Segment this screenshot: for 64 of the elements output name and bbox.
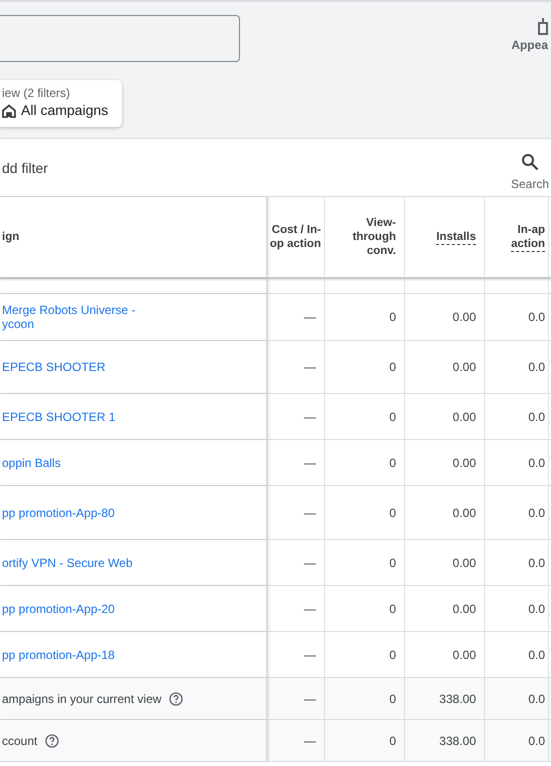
table-cell: 0.0 [528,310,545,324]
table-cell: — [304,410,316,424]
table-cell: 0 [389,602,396,616]
table-cell: — [304,310,316,324]
campaign-link[interactable]: pp promotion-App-20 [2,602,115,616]
table-cell: 0 [389,360,396,374]
campaign-link[interactable]: EPECB SHOOTER [2,360,106,374]
campaign-link[interactable]: pp promotion-App-18 [2,648,115,662]
add-filter-button[interactable]: dd filter [2,160,48,176]
help-icon[interactable] [45,734,60,748]
total-label: ampaigns in your current view [2,692,162,706]
campaign-link[interactable]: Merge Robots Universe - ycoon [2,303,136,331]
table-cell: 0.00 [452,602,476,616]
table-cell: 0.0 [528,456,545,470]
table-cell: — [304,456,316,470]
column-header[interactable]: View- through conv. [352,216,396,258]
home-icon [2,104,16,118]
table-cell: 0.00 [452,506,476,520]
search-icon[interactable] [520,152,539,170]
table-cell: 0.0 [528,692,545,706]
table-cell: 0 [389,310,396,324]
table-cell: — [304,556,316,570]
campaign-link[interactable]: ortify VPN - Secure Web [2,556,132,570]
table-cell: 0 [389,506,396,520]
table-cell: — [304,602,316,616]
table-cell: 0.0 [528,602,545,616]
campaign-link[interactable]: EPECB SHOOTER 1 [2,410,116,424]
table-cell: 338.00 [439,734,476,748]
table-cell: 338.00 [439,692,476,706]
table-cell: 0.0 [528,734,545,748]
table-cell: 0.00 [452,456,476,470]
column-header[interactable]: Installs [436,230,476,244]
table-cell: 0 [389,410,396,424]
table-cell: 0.0 [528,410,545,424]
table-cell: 0 [389,456,396,470]
campaign-link[interactable]: pp promotion-App-80 [2,506,115,520]
table-cell: 0 [389,692,396,706]
table-cell: 0 [389,734,396,748]
campaign-link[interactable]: oppin Balls [2,456,61,470]
table-cell: 0.00 [452,410,476,424]
help-icon[interactable] [169,692,184,706]
column-header[interactable]: In-ap action [511,222,545,252]
column-header[interactable]: ign [2,230,20,244]
table-cell: 0.00 [452,648,476,662]
search-field[interactable] [0,15,240,62]
table-cell: 0.00 [452,310,476,324]
table-cell: — [304,734,316,748]
table-cell: — [304,648,316,662]
table-cell: 0.00 [452,360,476,374]
table-cell: — [304,506,316,520]
table-cell: 0.0 [528,648,545,662]
search-label[interactable]: Search [510,176,549,190]
table-cell: 0.0 [528,360,545,374]
table-cell: 0 [389,556,396,570]
table-cell: 0.0 [528,506,545,520]
table-cell: 0.00 [452,556,476,570]
table-cell: 0.0 [528,556,545,570]
column-header[interactable]: Cost / In- op action [270,223,321,251]
appearance-label[interactable]: Appea [511,38,548,52]
table-cell: — [304,692,316,706]
table-cell: 0 [389,648,396,662]
total-label: ccount [2,734,38,748]
table-cell: — [304,360,316,374]
view-selector[interactable]: iew (2 filters) All campaigns [0,80,122,127]
